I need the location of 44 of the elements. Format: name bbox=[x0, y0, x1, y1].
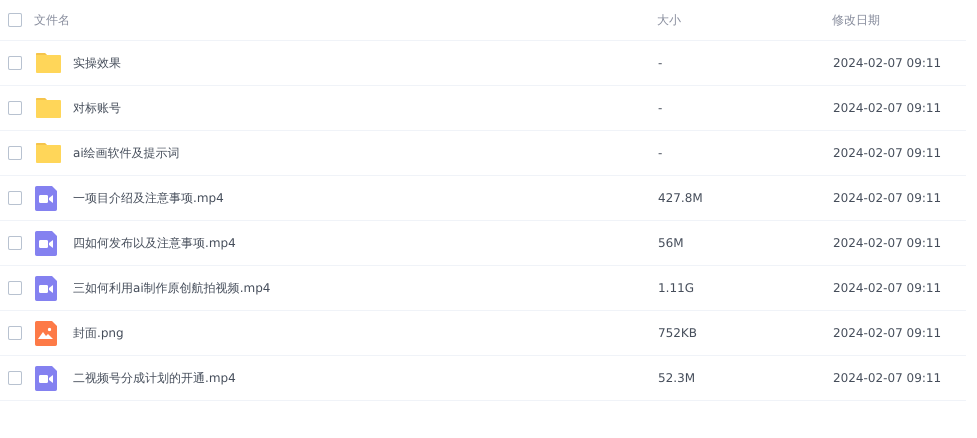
file-size: - bbox=[658, 101, 664, 115]
row-checkbox[interactable] bbox=[8, 101, 22, 115]
modified-date: 2024-02-07 09:11 bbox=[833, 56, 942, 70]
column-header: 修改日期 bbox=[832, 12, 880, 28]
file-name[interactable]: 实操效果 bbox=[73, 54, 658, 72]
select-all-checkbox[interactable] bbox=[8, 13, 22, 27]
file-size: 1.11G bbox=[658, 281, 696, 295]
row-checkbox[interactable] bbox=[8, 281, 22, 295]
video-file-icon bbox=[35, 276, 57, 300]
modified-date: 2024-02-07 09:11 bbox=[833, 326, 942, 340]
file-size: - bbox=[658, 56, 664, 70]
file-name[interactable]: 三如何利用ai制作原创航拍视频.mp4 bbox=[73, 280, 658, 296]
file-size: 427.8M bbox=[658, 191, 704, 205]
row-checkbox[interactable] bbox=[8, 236, 22, 250]
video-file-icon bbox=[35, 366, 57, 390]
file-size: 56M bbox=[658, 236, 685, 250]
row-checkbox[interactable] bbox=[8, 56, 22, 70]
file-size: 752KB bbox=[658, 326, 698, 340]
folder-icon bbox=[35, 97, 62, 119]
image-file-icon bbox=[35, 320, 57, 346]
row-checkbox[interactable] bbox=[8, 326, 22, 340]
file-name[interactable]: 一项目介绍及注意事项.mp4 bbox=[73, 190, 658, 206]
row-checkbox[interactable] bbox=[8, 191, 22, 205]
modified-date: 2024-02-07 09:11 bbox=[833, 146, 942, 160]
file-name[interactable]: 四如何发布以及注意事项.mp4 bbox=[73, 234, 658, 252]
column-header: 大小 bbox=[657, 12, 682, 28]
folder-icon bbox=[35, 52, 62, 74]
file-name[interactable]: ai绘画软件及提示词 bbox=[73, 144, 658, 162]
file-size: 52.3M bbox=[658, 371, 696, 385]
file-name[interactable]: 封面.png bbox=[73, 324, 658, 342]
modified-date: 2024-02-07 09:11 bbox=[833, 101, 942, 115]
modified-date: 2024-02-07 09:11 bbox=[833, 236, 942, 250]
modified-date: 2024-02-07 09:11 bbox=[833, 281, 942, 295]
file-name[interactable]: 二视频号分成计划的开通.mp4 bbox=[73, 370, 658, 386]
modified-date: 2024-02-07 09:11 bbox=[833, 191, 942, 205]
file-name[interactable]: 对标账号 bbox=[73, 100, 658, 116]
row-checkbox[interactable] bbox=[8, 371, 22, 385]
column-header: 文件名 bbox=[34, 12, 71, 28]
folder-icon bbox=[35, 142, 62, 164]
video-file-icon bbox=[35, 230, 57, 256]
video-file-icon bbox=[35, 186, 57, 210]
modified-date: 2024-02-07 09:11 bbox=[833, 371, 942, 385]
file-size: - bbox=[658, 146, 664, 160]
row-checkbox[interactable] bbox=[8, 146, 22, 160]
